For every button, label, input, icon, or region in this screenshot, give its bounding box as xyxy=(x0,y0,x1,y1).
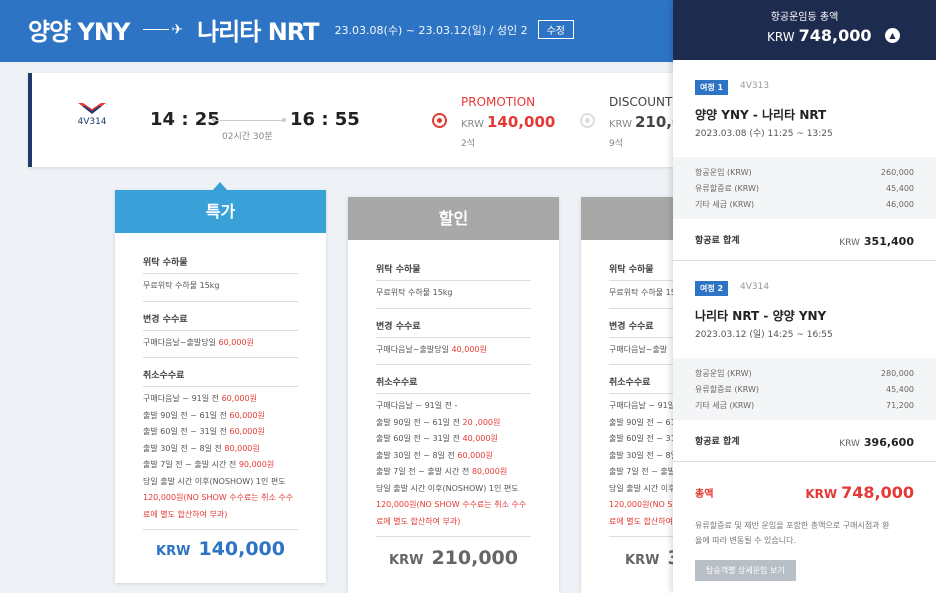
fare-seats: 2석 xyxy=(461,139,476,149)
cancel-line: 출발 30일 전 ~ 8일 전 80,000원 xyxy=(143,443,260,453)
leg-flight-number: 4V314 xyxy=(740,282,770,292)
summary-total: KRW 748,000 xyxy=(767,26,872,45)
fare-price: KRW 140,000 xyxy=(461,112,555,131)
route-arrow-icon: ✈ xyxy=(143,22,183,38)
flight-duration: 02시간 30분 xyxy=(222,132,273,142)
airline-code: 4V314 xyxy=(77,117,107,127)
selected-caret-icon xyxy=(213,182,227,190)
grand-total-label: 총액 xyxy=(695,488,714,500)
passenger-fare-detail-button[interactable]: 탑승객별 상세운임 보기 xyxy=(695,560,796,581)
flight-row[interactable]: 4V314 14 : 25 02시간 30분 16 : 55 PROMOTION… xyxy=(28,73,693,167)
noshow-note: 료에 별도 합산하여 부과) xyxy=(376,516,461,526)
baggage-title: 위탁 수하물 xyxy=(376,262,531,281)
cancel-line: 출발 90일 전 ~ 61일 전 60,000원 xyxy=(143,410,265,420)
leg-subtotal: 항공료 합계 KRW 351,400 xyxy=(673,219,936,261)
leg-badge: 여정 1 xyxy=(695,80,729,95)
fare-summary-panel: 항공운임등 총액 KRW 748,000 ▲ 여정 1 4V313 양양 YNY … xyxy=(673,0,936,593)
departure-time: 14 : 25 xyxy=(150,109,220,130)
cancel-line: 구매다음날 ~ 91일 전 60,000원 xyxy=(143,394,257,403)
radio-selected-icon[interactable] xyxy=(432,113,447,128)
grand-total-value: KRW 748,000 xyxy=(805,482,914,502)
leg-flight-number: 4V313 xyxy=(740,81,770,91)
leg-date: 2023.03.12 (일) 14:25 ~ 16:55 xyxy=(695,330,833,340)
fare-note: 유류할증료 및 제반 운임을 포함한 총액으로 구매시점과 환 xyxy=(695,521,890,530)
fare-line: 항공운임 (KRW) 260,000 xyxy=(695,168,914,177)
leg-route: 양양 YNY - 나리타 NRT xyxy=(695,108,827,122)
edit-search-button[interactable]: 수정 xyxy=(537,20,574,39)
route-summary: 양양 YNY ✈ 나리타 NRT 23.03.08(수) ~ 23.03.12(… xyxy=(28,12,574,47)
cancel-line: 구매다음날 ~ 91일 전 - xyxy=(376,401,458,410)
card-title: 할인 xyxy=(348,197,559,240)
fare-card-special[interactable]: 특가 위탁 수하물 무료위탁 수하물 15kg 변경 수수료 구매다음날~출발당… xyxy=(115,190,326,583)
grand-total-section: 총액 KRW 748,000 유류할증료 및 제반 운임을 포함한 총액으로 구매… xyxy=(673,466,936,581)
leg-date: 2023.03.08 (수) 11:25 ~ 13:25 xyxy=(695,129,833,139)
airline-wing-icon xyxy=(78,103,106,114)
leg-fare-breakdown: 항공운임 (KRW) 280,000 유류할증료 (KRW) 45,400 기타 세… xyxy=(673,358,936,420)
change-fee-text: 구매다음날~출발당일 60,000원 xyxy=(143,337,254,347)
airline-logo: 4V314 xyxy=(72,101,112,127)
cancel-fee-title: 취소수수료 xyxy=(143,368,298,387)
fare-line: 유류할증료 (KRW) 45,400 xyxy=(695,184,914,193)
fare-line: 기타 세금 (KRW) 46,000 xyxy=(695,200,914,209)
cancel-line: 출발 60일 전 ~ 31일 전 40,000원 xyxy=(376,434,498,443)
leg-badge: 여정 2 xyxy=(695,281,729,296)
cancel-fee-title: 취소수수료 xyxy=(376,375,531,394)
itinerary-leg-1: 여정 1 4V313 양양 YNY - 나리타 NRT 2023.03.08 (… xyxy=(673,60,936,261)
cancel-line: 당일 출발 시간 이후(NOSHOW) 1인 편도 xyxy=(376,483,519,493)
cancel-line: 출발 30일 전 ~ 8일 전 60,000원 xyxy=(376,450,493,460)
summary-header[interactable]: 항공운임등 총액 KRW 748,000 ▲ xyxy=(673,0,936,60)
card-title: 특가 xyxy=(115,190,326,233)
fare-currency: KRW xyxy=(461,119,484,130)
cancel-line: 출발 7일 전 ~ 출발 시간 전 80,000원 xyxy=(376,467,508,476)
trip-meta: 23.03.08(수) ~ 23.03.12(일) / 성인 2 xyxy=(334,23,528,37)
fare-amount: 140,000 xyxy=(487,113,556,131)
fare-name: PROMOTION xyxy=(461,95,536,109)
noshow-note: 료에 별도 합산하여 부과) xyxy=(143,509,228,519)
origin-city: 양양 YNY xyxy=(28,18,130,46)
baggage-text: 무료위탁 수하물 15kg xyxy=(143,281,220,290)
itinerary-leg-2: 여정 2 4V314 나리타 NRT - 양양 YNY 2023.03.12 (… xyxy=(673,261,936,462)
fare-line: 유류할증료 (KRW) 45,400 xyxy=(695,385,914,394)
radio-unselected-icon[interactable] xyxy=(580,113,595,128)
fare-line: 기타 세금 (KRW) 71,200 xyxy=(695,401,914,410)
noshow-note: 120,000원(NO SHOW 수수료는 취소 수수 xyxy=(376,500,527,509)
leg-subtotal: 항공료 합계 KRW 396,600 xyxy=(673,420,936,462)
baggage-title: 위탁 수하물 xyxy=(143,255,298,274)
change-fee-text: 구매다음날~출발당일 40,000원 xyxy=(376,344,487,354)
summary-label: 항공운임등 총액 xyxy=(770,12,839,23)
noshow-note: 120,000원(NO SHOW 수수료는 취소 수수 xyxy=(143,493,294,502)
change-fee-title: 변경 수수료 xyxy=(143,312,298,331)
change-fee-title: 변경 수수료 xyxy=(376,319,531,338)
card-total: KRW 140,000 xyxy=(156,538,285,560)
chevron-up-icon[interactable]: ▲ xyxy=(885,28,900,43)
fare-card-discount[interactable]: 할인 위탁 수하물 무료위탁 수하물 15kg 변경 수수료 구매다음날~출발당… xyxy=(348,197,559,593)
destination-city: 나리타 NRT xyxy=(197,18,319,46)
cancel-line: 출발 60일 전 ~ 31일 전 60,000원 xyxy=(143,427,265,436)
cancel-line: 당일 출발 시간 이후(NOSHOW) 1인 편도 xyxy=(143,476,286,486)
fare-seats: 9석 xyxy=(609,139,624,149)
fare-currency: KRW xyxy=(609,119,632,130)
baggage-text: 무료위탁 수하물 15kg xyxy=(376,288,453,297)
duration-line xyxy=(212,118,286,122)
cancel-line: 출발 90일 전 ~ 61일 전 20 ,000원 xyxy=(376,417,501,427)
leg-route: 나리타 NRT - 양양 YNY xyxy=(695,309,827,323)
fare-line: 항공운임 (KRW) 280,000 xyxy=(695,369,914,378)
card-total: KRW 210,000 xyxy=(389,547,518,569)
arrival-time: 16 : 55 xyxy=(290,109,360,130)
cancel-line: 출발 7일 전 ~ 출발 시간 전 90,000원 xyxy=(143,460,275,469)
leg-fare-breakdown: 항공운임 (KRW) 260,000 유류할증료 (KRW) 45,400 기타 세… xyxy=(673,157,936,219)
fare-note: 율에 따라 변동될 수 있습니다. xyxy=(695,536,797,545)
